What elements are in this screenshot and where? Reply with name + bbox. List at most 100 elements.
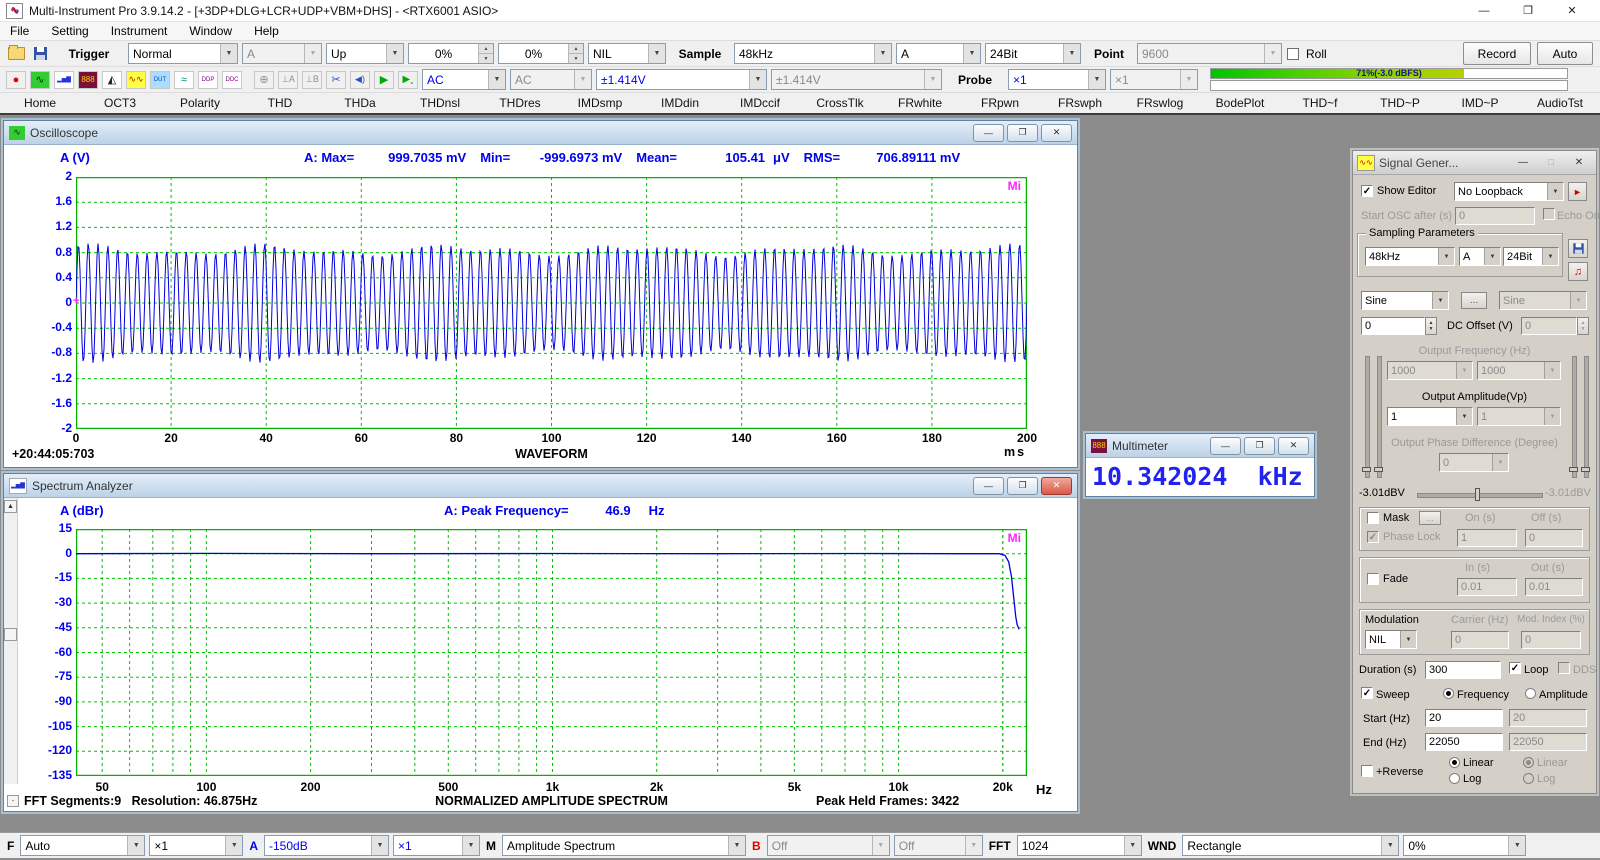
loopback-select[interactable]: No Loopback ▼ (1454, 182, 1564, 201)
menu-item-file[interactable]: File (10, 24, 29, 38)
sweep-frequency-radio[interactable] (1443, 688, 1454, 699)
tab-thd~f[interactable]: THD~f (1280, 93, 1360, 113)
balance-slider-thumb[interactable] (1475, 488, 1480, 501)
tab-imddin[interactable]: IMDdin (640, 93, 720, 113)
generator-titlebar[interactable]: ∿∿ Signal Gener... — □ ✕ (1353, 151, 1596, 175)
a-mult-select[interactable]: ×1 ▼ (393, 835, 481, 856)
oscilloscope-restore-button[interactable]: ❐ (1007, 123, 1038, 142)
mask-checkbox[interactable] (1367, 512, 1379, 524)
oscilloscope-titlebar[interactable]: ∿ Oscilloscope — ❐ ✕ (4, 121, 1077, 145)
tab-thdnsl[interactable]: THDnsl (400, 93, 480, 113)
tab-imdsmp[interactable]: IMDsmp (560, 93, 640, 113)
generator-close-button[interactable]: ✕ (1566, 155, 1592, 171)
roll-checkbox[interactable] (1287, 47, 1299, 60)
menu-item-help[interactable]: Help (254, 24, 279, 38)
tab-bodeplot[interactable]: BodePlot (1200, 93, 1280, 113)
menu-item-window[interactable]: Window (189, 24, 232, 38)
menu-item-instrument[interactable]: Instrument (111, 24, 168, 38)
ddp-viewer-icon[interactable]: DDP (197, 69, 220, 91)
waveform-more-button[interactable]: ... (1461, 292, 1487, 309)
oscilloscope-close-button[interactable]: ✕ (1041, 123, 1072, 142)
a-range-select[interactable]: -150dB ▼ (264, 835, 390, 856)
derived-data-icon[interactable]: ≈ (173, 69, 196, 91)
multimeter-titlebar[interactable]: 888 Multimeter — ❐ ✕ (1086, 434, 1314, 458)
trigger-level-spinner[interactable]: 0% ▲ ▼ (408, 43, 494, 64)
ddc-icon[interactable]: DDC (221, 69, 244, 91)
refresh-mult-select[interactable]: ×1 ▼ (149, 835, 244, 856)
trigger-hpf-select[interactable]: NIL ▼ (588, 43, 666, 64)
trigger-marker[interactable]: + (73, 295, 79, 307)
probe-a-select[interactable]: ×1 ▼ (1008, 69, 1106, 90)
tab-imd~p[interactable]: IMD~P (1440, 93, 1520, 113)
maximize-button[interactable]: ❐ (1506, 1, 1550, 21)
tab-thd[interactable]: THD (240, 93, 320, 113)
spectrum-analyzer-icon[interactable]: ▂▅▇ (53, 69, 76, 91)
analysis-mode-select[interactable]: Amplitude Spectrum ▼ (502, 835, 747, 856)
spectrum-left-scrollbar[interactable]: ▲ (4, 498, 18, 784)
reference-a-icon[interactable]: ⊥A (277, 69, 300, 91)
tab-polarity[interactable]: Polarity (160, 93, 240, 113)
sample-rate-select[interactable]: 48kHz ▼ (734, 43, 892, 64)
trigger-edge-select[interactable]: Up ▼ (326, 43, 404, 64)
sweep-linear-radio[interactable] (1449, 757, 1460, 768)
music-note-icon[interactable]: ♫ (1568, 262, 1588, 281)
oscilloscope-minimize-button[interactable]: — (973, 123, 1004, 142)
multimeter-icon[interactable]: 888 (77, 69, 100, 91)
window-type-select[interactable]: Rectangle ▼ (1182, 835, 1400, 856)
amplitude-slider-a1[interactable] (1365, 356, 1370, 478)
sweep-checkbox[interactable] (1361, 687, 1373, 699)
spectrum-minimize-button[interactable]: — (973, 476, 1004, 495)
loop-checkbox[interactable] (1509, 662, 1521, 674)
oscilloscope-icon[interactable]: ∿ (29, 69, 52, 91)
sound-device-icon[interactable]: ◀) (349, 69, 372, 91)
tab-home[interactable]: Home (0, 93, 80, 113)
dc-offset-a-spinner[interactable]: ▲ ▼ (1425, 317, 1437, 335)
tab-audiotst[interactable]: AudioTst (1520, 93, 1600, 113)
tab-thda[interactable]: THDa (320, 93, 400, 113)
slider-handle-a1[interactable] (1362, 467, 1371, 472)
close-button[interactable]: ✕ (1550, 1, 1594, 21)
spectrum-3d-plot-icon[interactable]: ◭ (101, 69, 124, 91)
spectrum-plot[interactable]: Mi (76, 529, 1027, 776)
save-signal-icon[interactable] (1568, 239, 1588, 258)
waveform-a-select[interactable]: Sine ▼ (1361, 291, 1449, 310)
save-icon[interactable] (29, 43, 52, 65)
slider-handle-a2[interactable] (1374, 467, 1383, 472)
open-file-icon[interactable] (5, 43, 28, 65)
slider-handle-b1[interactable] (1569, 467, 1578, 472)
balance-slider[interactable] (1417, 493, 1543, 498)
run-icon[interactable]: ▶ (373, 69, 396, 91)
tab-thd~p[interactable]: THD~P (1360, 93, 1440, 113)
overlap-select[interactable]: 0% ▼ (1403, 835, 1527, 856)
record-icon[interactable]: ● (5, 69, 28, 91)
spectrum-close-button[interactable]: ✕ (1041, 476, 1072, 495)
sample-channel-select[interactable]: A ▼ (896, 43, 981, 64)
sweep-amplitude-radio[interactable] (1525, 688, 1536, 699)
dc-offset-a-field[interactable]: 0 (1361, 317, 1425, 335)
modulation-select[interactable]: NIL ▼ (1365, 630, 1417, 649)
multimeter-close-button[interactable]: ✕ (1278, 436, 1309, 455)
sweep-end-a-field[interactable]: 22050 (1425, 733, 1503, 751)
range-a-select[interactable]: ±1.414V ▼ (596, 69, 767, 90)
input-probe-icon[interactable]: ⊕ (253, 69, 276, 91)
sample-bits-select[interactable]: 24Bit ▼ (985, 43, 1081, 64)
tab-frwhite[interactable]: FRwhite (880, 93, 960, 113)
signal-generator-icon[interactable]: ∿∿ (125, 69, 148, 91)
gen-bits-select[interactable]: 24Bit ▼ (1503, 247, 1559, 266)
reverse-checkbox[interactable] (1361, 765, 1373, 777)
coupling-a-select[interactable]: AC ▼ (422, 69, 506, 90)
gen-channel-select[interactable]: A ▼ (1459, 247, 1501, 266)
amplitude-slider-b2[interactable] (1584, 356, 1589, 478)
tab-thdres[interactable]: THDres (480, 93, 560, 113)
amplitude-a-select[interactable]: 1 ▼ (1387, 407, 1473, 426)
generator-run-button[interactable]: ► (1568, 182, 1587, 201)
refresh-mode-select[interactable]: Auto ▼ (20, 835, 146, 856)
auto-button[interactable]: Auto (1537, 42, 1593, 65)
menu-item-setting[interactable]: Setting (51, 24, 88, 38)
sampling-parameters-icon[interactable]: ✂ (325, 69, 348, 91)
oscilloscope-plot[interactable]: Mi + (73, 177, 1027, 429)
collapse-icon[interactable]: - (7, 795, 19, 807)
sweep-log-radio[interactable] (1449, 773, 1460, 784)
amplitude-slider-b1[interactable] (1572, 356, 1577, 478)
trigger-delay-spinner[interactable]: 0% ▲ ▼ (498, 43, 584, 64)
